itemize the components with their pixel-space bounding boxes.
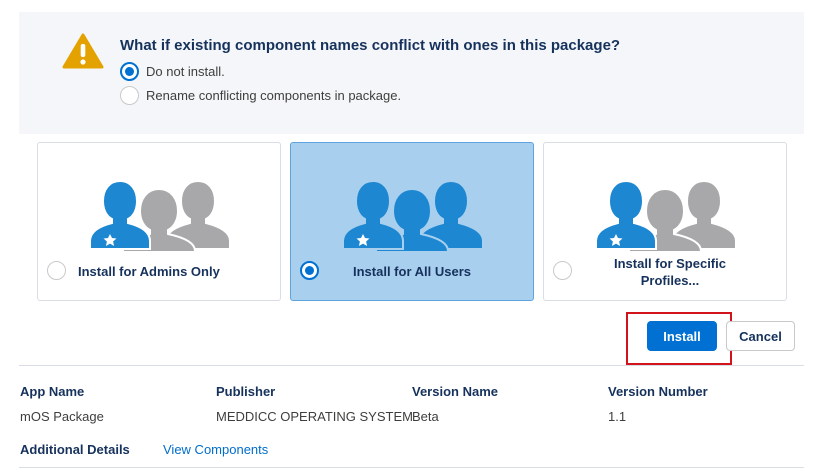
option-do-not-install[interactable]: Do not install.: [120, 62, 225, 81]
option-rename-conflicting[interactable]: Rename conflicting components in package…: [120, 86, 401, 105]
all-users-icon: [343, 179, 483, 251]
install-all-users-card[interactable]: Install for All Users: [290, 142, 534, 301]
conflict-warning-panel: What if existing component names conflic…: [19, 12, 804, 134]
value-version-number: 1.1: [608, 409, 627, 424]
view-components-link[interactable]: View Components: [163, 442, 268, 457]
card-label: Install for Admins Only: [78, 264, 220, 279]
install-specific-profiles-card[interactable]: Install for Specific Profiles...: [543, 142, 787, 301]
install-button[interactable]: Install: [647, 321, 717, 351]
radio-rename-conflicting[interactable]: [120, 86, 139, 105]
cancel-button[interactable]: Cancel: [726, 321, 795, 351]
warning-icon: [62, 33, 104, 69]
value-version-name: Beta: [412, 409, 439, 424]
divider: [19, 467, 804, 468]
header-publisher: Publisher: [216, 384, 276, 399]
value-publisher: MEDDICC OPERATING SYSTEM: [216, 409, 413, 424]
conflict-question: What if existing component names conflic…: [120, 37, 621, 54]
install-admins-only-card[interactable]: Install for Admins Only: [37, 142, 281, 301]
divider: [19, 365, 804, 366]
card-label: Install for All Users: [353, 264, 471, 279]
value-app-name: mOS Package: [20, 409, 104, 424]
radio-specific-profiles[interactable]: [553, 261, 572, 280]
card-label: Install for Specific Profiles...: [614, 256, 726, 288]
header-app-name: App Name: [20, 384, 85, 399]
radio-do-not-install[interactable]: [120, 62, 139, 81]
radio-all-users[interactable]: [300, 261, 319, 280]
specific-profiles-icon: [596, 179, 736, 251]
header-version-number: Version Number: [608, 384, 708, 399]
additional-details-label: Additional Details: [20, 442, 130, 457]
radio-admins-only[interactable]: [47, 261, 66, 280]
admins-users-icon: [90, 179, 230, 251]
header-version-name: Version Name: [412, 384, 498, 399]
option-label: Rename conflicting components in package…: [146, 88, 402, 103]
option-label: Do not install.: [146, 64, 225, 79]
